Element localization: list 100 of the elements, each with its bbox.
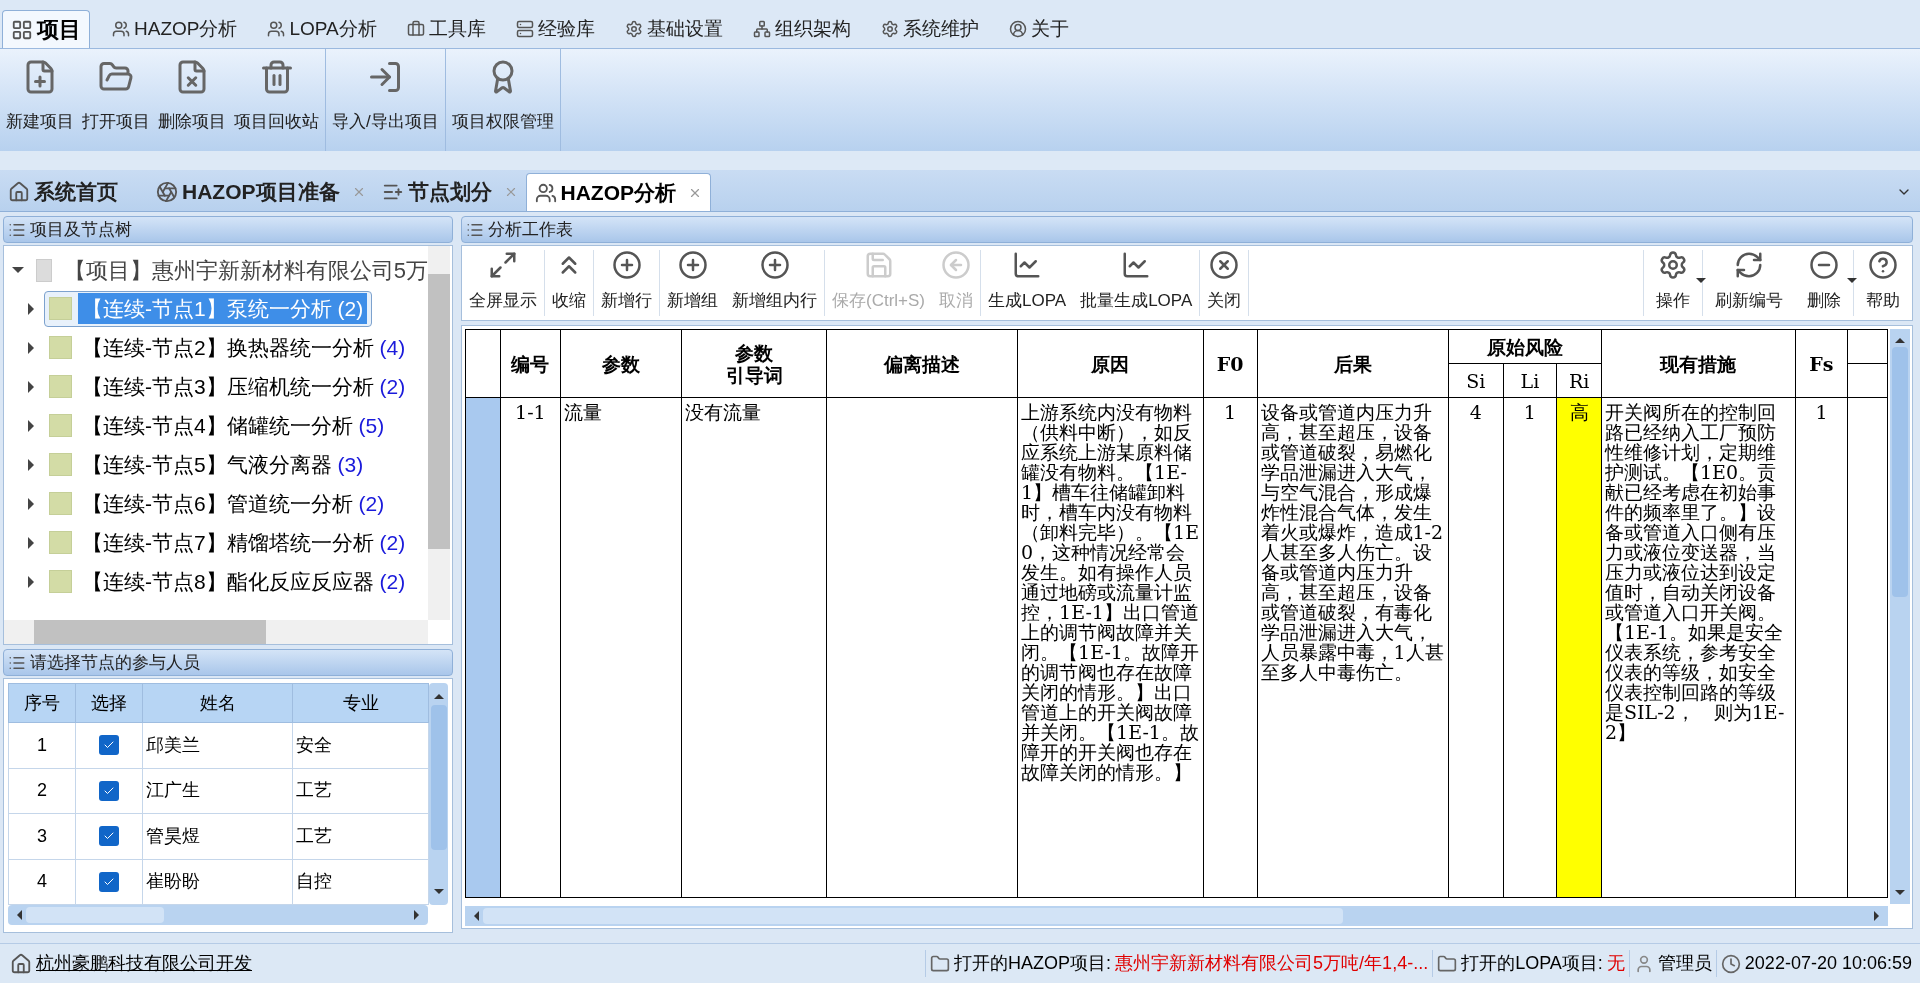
tree-item[interactable]: 【连续-节点5】气液分离器 (3)	[44, 446, 373, 483]
table-cell: 安全	[292, 722, 429, 768]
column-header[interactable]: 序号	[8, 683, 76, 723]
toolbar-button[interactable]: 新增组内行	[725, 250, 824, 316]
tree-item[interactable]: 【连续-节点8】酯化反应反应器 (2)	[44, 563, 415, 600]
vertical-scrollbar[interactable]	[429, 683, 448, 905]
toolbar-button[interactable]: 新增组	[660, 250, 725, 316]
checkbox[interactable]	[99, 871, 119, 892]
column-header[interactable]: Li	[1503, 363, 1557, 398]
column-header[interactable]: 后果	[1257, 329, 1449, 398]
toolbar-button[interactable]: 收缩	[545, 250, 593, 316]
people-icon	[112, 20, 130, 38]
ribbon-button[interactable]: 导入/导出项目	[328, 49, 443, 151]
horizontal-scrollbar[interactable]	[8, 905, 428, 925]
minus-circle-icon	[1809, 250, 1839, 280]
menu-tab[interactable]: HAZOP分析	[104, 10, 246, 48]
table-cell: 上游系统内没有物料（供料中断），如反应系统上游某原料储罐没有物料。【1E-1】槽车往储罐卸料时，槽车内没有物料（卸料完毕）。【1E0，这种情况经常会发生。如有操作人员通过地磅或流量计监控，1E-1】出口管道上的调节阀故障并关闭。【1E-1。故障开的调节阀也存在故障关闭的情形。】出口管道上的开关阀故障并关闭。【1E-1。故障开的开关阀也存在故障关闭的情形。】	[1017, 397, 1204, 898]
menu-tab[interactable]: 关于	[1000, 10, 1077, 48]
node-label: 【连续-节点7】精馏塔统一分析 (2)	[81, 529, 407, 556]
toolbar-button[interactable]: 新增行	[594, 250, 659, 316]
toolbar-button[interactable]: 删除	[1795, 250, 1853, 316]
ribbon-button[interactable]: 打开项目	[78, 49, 154, 151]
toolbar-button[interactable]: 操作	[1644, 250, 1702, 316]
user-circle-icon	[1008, 20, 1027, 38]
status-value: 惠州宇新新材料有限公司5万吨/年1,4-...	[1115, 952, 1429, 975]
checkbox[interactable]	[99, 780, 119, 801]
column-header[interactable]: 姓名	[142, 683, 293, 723]
toolbar-button[interactable]: 关闭	[1200, 250, 1249, 316]
tree-item[interactable]: 【项目】惠州宇新新材料有限公司5万	[63, 253, 428, 287]
column-header[interactable]: 原始风险	[1448, 329, 1602, 364]
checkbox[interactable]	[99, 735, 119, 756]
table-cell: 工艺	[292, 813, 429, 859]
panel-title: 项目及节点树	[30, 218, 132, 241]
document-tab[interactable]: HAZOP分析	[525, 173, 711, 211]
people-icon	[534, 181, 557, 204]
toolbar-button[interactable]: 刷新编号	[1703, 250, 1795, 316]
developer-link[interactable]: 杭州豪鹏科技有限公司开发	[36, 950, 252, 977]
column-header[interactable]: 参数	[560, 329, 682, 398]
node-icon	[49, 414, 72, 437]
tree-item[interactable]: 【连续-节点4】储罐统一分析 (5)	[44, 407, 394, 444]
refresh-icon	[1734, 250, 1764, 280]
tree-item[interactable]: 【连续-节点7】精馏塔统一分析 (2)	[44, 524, 415, 561]
menu-tab[interactable]: 项目	[2, 10, 90, 48]
table-cell: 江广生	[142, 768, 293, 814]
tree-item[interactable]: 【连续-节点2】换热器统一分析 (4)	[44, 329, 415, 366]
toolbar-button[interactable]: 帮助	[1854, 250, 1912, 316]
aperture-icon	[156, 181, 178, 203]
toolbar-button[interactable]: 批量生成LOPA	[1073, 250, 1200, 316]
column-header[interactable]: F0	[1203, 329, 1257, 398]
table-cell: 高	[1556, 397, 1602, 898]
column-header[interactable]: 原因	[1017, 329, 1204, 398]
horizontal-scrollbar[interactable]	[465, 906, 1888, 926]
ribbon-button[interactable]: 项目回收站	[230, 49, 323, 151]
column-header[interactable]: 偏离描述	[826, 329, 1018, 398]
node-icon	[49, 375, 72, 398]
home-icon	[8, 181, 30, 203]
checkbox[interactable]	[99, 826, 119, 847]
table-cell: 2	[8, 768, 76, 814]
column-header[interactable]: Si	[1448, 363, 1504, 398]
node-label: 【连续-节点4】储罐统一分析 (5)	[81, 412, 386, 439]
column-header[interactable]: 现有措施	[1601, 329, 1796, 398]
vertical-scrollbar[interactable]	[1890, 329, 1910, 904]
column-header[interactable]: 专业	[292, 683, 429, 723]
grid-icon	[11, 18, 33, 41]
plus-circle-icon	[677, 250, 708, 280]
toolbar-button[interactable]: 生成LOPA	[981, 250, 1074, 316]
row-header[interactable]	[465, 397, 501, 898]
folder-icon	[1437, 953, 1458, 974]
ribbon-button[interactable]: 新建项目	[2, 49, 78, 151]
menu-tab[interactable]: 工具库	[398, 10, 494, 48]
node-label: 【连续-节点8】酯化反应反应器 (2)	[81, 568, 407, 595]
document-tab[interactable]: HAZOP项目准备	[148, 173, 374, 211]
menu-tab[interactable]: 系统维护	[872, 10, 987, 48]
document-tab[interactable]: 节点划分	[373, 173, 526, 211]
expand-icon	[488, 250, 518, 280]
plus-circle-icon	[759, 250, 790, 280]
node-icon	[49, 531, 72, 554]
menu-tab[interactable]: LOPA分析	[259, 10, 385, 48]
table-cell: 工艺	[292, 768, 429, 814]
column-header[interactable]: Fs	[1795, 329, 1848, 398]
people-icon	[267, 20, 286, 38]
column-header[interactable]: 编号	[500, 329, 561, 398]
node-label: 【连续-节点3】压缩机统一分析 (2)	[81, 373, 407, 400]
vertical-scrollbar[interactable]	[428, 246, 450, 620]
horizontal-scrollbar[interactable]	[4, 620, 428, 644]
menu-tab[interactable]: 基础设置	[616, 10, 731, 48]
ribbon-button[interactable]: 删除项目	[154, 49, 230, 151]
menu-tab[interactable]: 经验库	[507, 10, 603, 48]
toolbar-button[interactable]: 全屏显示	[462, 250, 544, 316]
tree-item[interactable]: 【连续-节点3】压缩机统一分析 (2)	[44, 368, 415, 405]
ribbon-button[interactable]: 项目权限管理	[447, 49, 558, 151]
column-header[interactable]: 选择	[75, 683, 143, 723]
home-icon	[10, 952, 32, 975]
document-tab[interactable]: 系统首页	[0, 173, 126, 211]
table-cell: 4	[1448, 397, 1504, 898]
table-cell: 开关阀所在的控制回路已经纳入工厂预防性维修计划，定期维护测试。【1E0。贡献已经考虑在初始事件的频率里了。】设备或管道入口侧有压力或液位变送器，当压力或液位达到设定值时，自动关闭设备或管道入口开关阀。【1E-1。如果是安全仪表系统，参考安全仪表的等级，如安全仪表控制回路的等级是SIL-2， 则为1E-2】	[1601, 397, 1796, 898]
table-cell: 管昊煜	[142, 813, 293, 859]
table-cell: 1	[1203, 397, 1257, 898]
menu-tab[interactable]: 组织架构	[744, 10, 859, 48]
tree-item[interactable]: 【连续-节点6】管道统一分析 (2)	[44, 485, 394, 522]
